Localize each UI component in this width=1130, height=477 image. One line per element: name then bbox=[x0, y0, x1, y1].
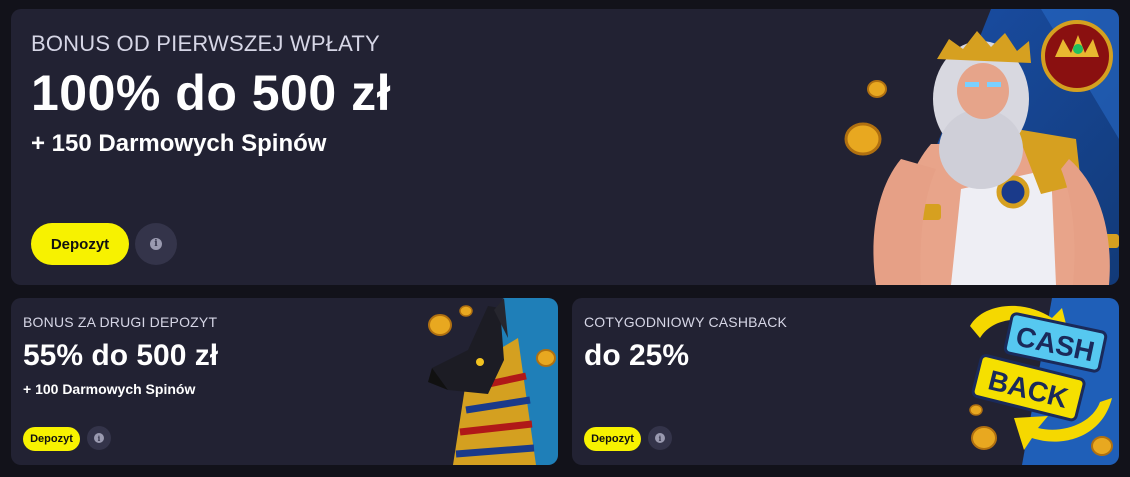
info-icon: i bbox=[655, 433, 665, 443]
info-icon: i bbox=[94, 433, 104, 443]
info-icon: i bbox=[150, 238, 162, 250]
info-button[interactable]: i bbox=[135, 223, 177, 265]
anubis-illustration bbox=[428, 298, 558, 465]
info-button[interactable]: i bbox=[87, 426, 111, 450]
promo-card-second-deposit: BONUS ZA DRUGI DEPOZYT 55% do 500 zł + 1… bbox=[11, 298, 558, 465]
promo-headline: do 25% bbox=[584, 339, 690, 372]
deposit-button[interactable]: Depozyt bbox=[23, 427, 80, 451]
promo-eyebrow: BONUS OD PIERWSZEJ WPŁATY bbox=[31, 31, 380, 56]
promo-card-first-deposit: BONUS OD PIERWSZEJ WPŁATY 100% do 500 zł… bbox=[11, 9, 1119, 285]
promo-subline: + 150 Darmowych Spinów bbox=[31, 130, 327, 157]
deposit-button[interactable]: Depozyt bbox=[31, 223, 129, 265]
promo-subline: + 100 Darmowych Spinów bbox=[23, 381, 196, 397]
info-button[interactable]: i bbox=[648, 426, 672, 450]
promo-headline: 100% do 500 zł bbox=[31, 65, 391, 121]
promo-eyebrow: BONUS ZA DRUGI DEPOZYT bbox=[23, 314, 218, 330]
deposit-button[interactable]: Depozyt bbox=[584, 427, 641, 451]
promo-headline: 55% do 500 zł bbox=[23, 339, 219, 372]
promo-card-cashback: COTYGODNIOWY CASHBACK do 25% Depozyt i C… bbox=[572, 298, 1119, 465]
cashback-badge-illustration: CASH BACK bbox=[969, 298, 1119, 465]
zeus-illustration bbox=[844, 9, 1119, 285]
promo-eyebrow: COTYGODNIOWY CASHBACK bbox=[584, 314, 788, 330]
